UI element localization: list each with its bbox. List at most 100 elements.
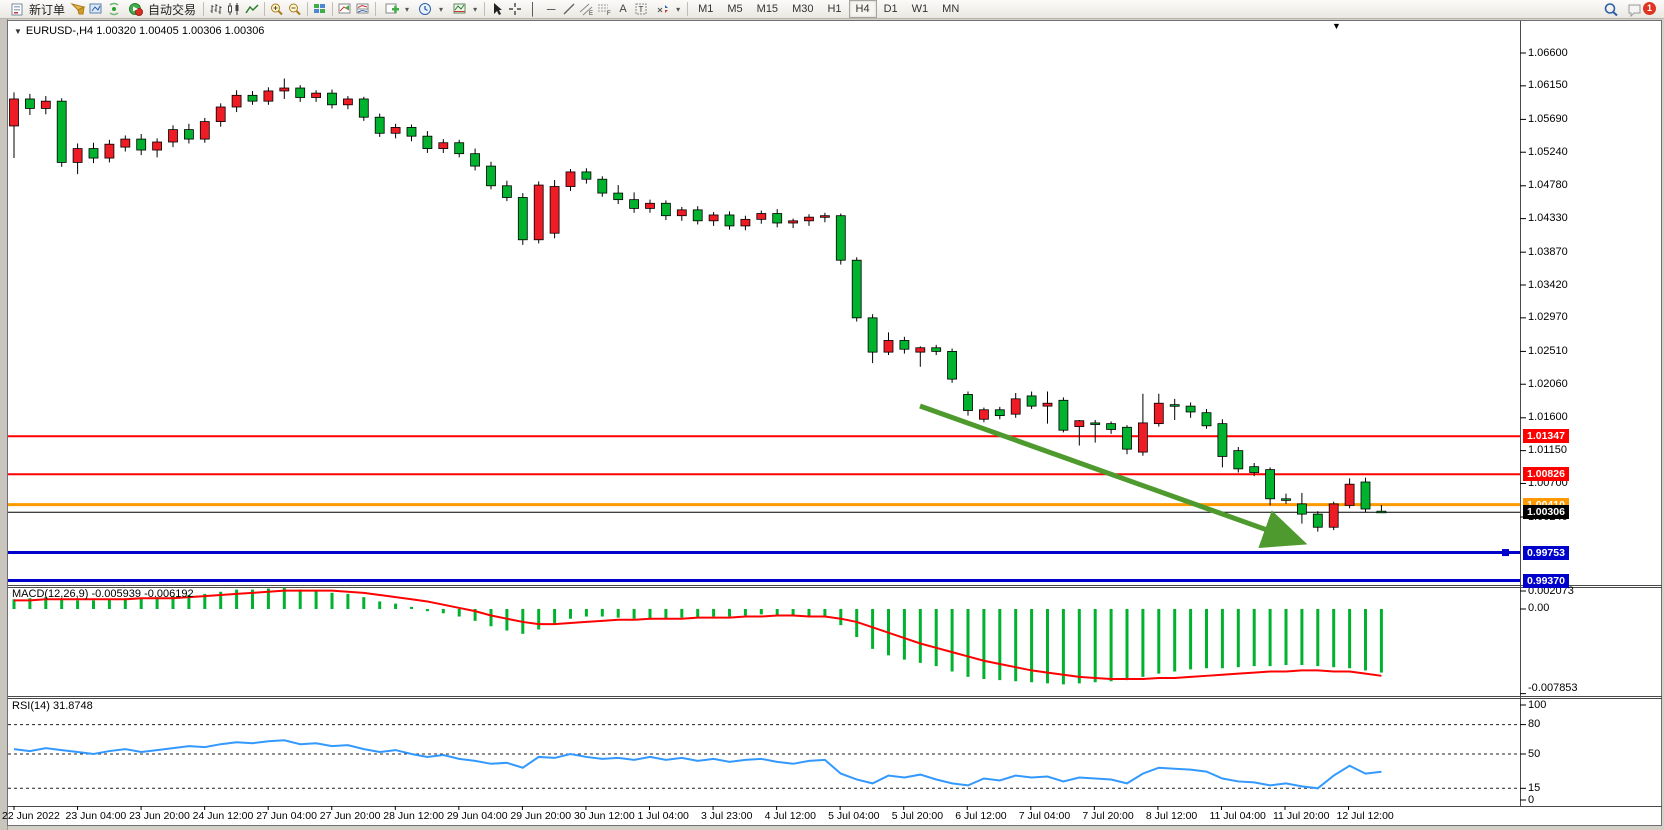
candle: [1218, 424, 1227, 457]
candle: [741, 219, 750, 226]
search-icon[interactable]: [1602, 1, 1620, 18]
candle: [328, 93, 337, 105]
candle: [582, 172, 591, 179]
candle: [232, 95, 241, 107]
macd-label: MACD(12,26,9) -0.005939 -0.006192: [12, 588, 194, 600]
signal-icon[interactable]: [105, 1, 123, 18]
level-price-label: 0.99753: [1523, 546, 1569, 560]
indicator-window-icon[interactable]: [336, 1, 354, 18]
trendline-icon[interactable]: [560, 1, 578, 18]
template-icon: [451, 1, 469, 18]
funnel-icon[interactable]: [69, 1, 87, 18]
candle: [1138, 423, 1147, 452]
candle: [773, 214, 782, 223]
rsi-axis-label: 15: [1528, 782, 1540, 794]
candle: [1123, 427, 1132, 449]
candle: [868, 318, 877, 352]
candle: [630, 200, 639, 209]
candle: [312, 93, 321, 97]
timeframe-mn[interactable]: MN: [935, 0, 966, 18]
macd-signal-line: [14, 591, 1381, 679]
chart-canvas[interactable]: [0, 0, 1664, 830]
timeframe-w1[interactable]: W1: [905, 0, 936, 18]
timeframe-h4[interactable]: H4: [849, 0, 877, 18]
price-tick-label: 1.01600: [1528, 411, 1568, 423]
rsi-axis-label: 80: [1528, 718, 1540, 730]
tile-windows-icon[interactable]: [311, 1, 329, 18]
time-axis-label: 11 Jul 20:00: [1273, 810, 1329, 822]
candle: [805, 217, 814, 221]
candle: [979, 410, 988, 419]
text-icon[interactable]: A: [614, 1, 632, 18]
vertical-line-icon[interactable]: │: [524, 1, 542, 18]
new-order-icon: [8, 1, 26, 18]
timeframe-d1[interactable]: D1: [877, 0, 905, 18]
period-button[interactable]: ▾: [413, 1, 447, 18]
price-tick-label: 1.03420: [1528, 279, 1568, 291]
candle: [216, 107, 225, 122]
scroll-end-marker[interactable]: ▼: [1332, 21, 1341, 31]
toolbar-separator: [375, 2, 376, 16]
notification-badge[interactable]: 1: [1643, 2, 1656, 15]
new-order-button[interactable]: 新订单: [4, 1, 69, 18]
time-axis-label: 5 Jul 20:00: [892, 810, 943, 822]
time-axis-label: 4 Jul 12:00: [765, 810, 816, 822]
cursor-icon[interactable]: [488, 1, 506, 18]
fibonacci-icon[interactable]: F: [596, 1, 614, 18]
line-chart-icon[interactable]: [243, 1, 261, 18]
zoom-out-icon[interactable]: [286, 1, 304, 18]
chart-title: ▼EURUSD-,H4 1.00320 1.00405 1.00306 1.00…: [14, 25, 264, 37]
channel-icon[interactable]: E: [578, 1, 596, 18]
toolbar: 新订单 自动交易: [0, 0, 1664, 19]
shapes-button[interactable]: ▾: [650, 1, 684, 18]
indicator-split-icon[interactable]: [354, 1, 372, 18]
candle: [153, 142, 162, 150]
candle: [1170, 405, 1179, 407]
candlestick-icon[interactable]: [225, 1, 243, 18]
time-axis-label: 3 Jul 23:00: [701, 810, 752, 822]
price-tick-label: 1.04330: [1528, 212, 1568, 224]
timeframe-m1[interactable]: M1: [691, 0, 720, 18]
template-button[interactable]: ▾: [447, 1, 481, 18]
price-tick-label: 1.03870: [1528, 246, 1568, 258]
candle: [1250, 467, 1259, 473]
candle: [10, 99, 19, 126]
auto-trading-button[interactable]: 自动交易: [123, 1, 200, 18]
chart-window-icon[interactable]: [87, 1, 105, 18]
time-axis-label: 1 Jul 04:00: [638, 810, 689, 822]
timeframe-m30[interactable]: M30: [785, 0, 820, 18]
time-axis-label: 6 Jul 12:00: [955, 810, 1006, 822]
candle: [709, 215, 718, 221]
candle: [995, 410, 1004, 416]
bar-chart-icon[interactable]: [207, 1, 225, 18]
chat-icon[interactable]: [1626, 1, 1644, 18]
candle: [550, 187, 559, 234]
timeframe-m5[interactable]: M5: [720, 0, 749, 18]
candle: [964, 394, 973, 410]
candle: [518, 197, 527, 239]
level-price-label: 1.00826: [1523, 467, 1569, 481]
candle: [916, 348, 925, 352]
candle: [1329, 504, 1338, 527]
candle: [852, 260, 861, 318]
timeframe-m15[interactable]: M15: [750, 0, 785, 18]
horizontal-line-icon[interactable]: ─: [542, 1, 560, 18]
timeframe-h1[interactable]: H1: [820, 0, 848, 18]
candle: [1377, 511, 1386, 513]
zoom-in-icon[interactable]: [268, 1, 286, 18]
crosshair-icon[interactable]: [506, 1, 524, 18]
period-icon: [417, 1, 435, 18]
candle: [1345, 484, 1354, 505]
time-axis-label: 23 Jun 20:00: [129, 810, 190, 822]
candle: [836, 216, 845, 261]
add-indicator-button[interactable]: ▾: [379, 1, 413, 18]
time-axis-label: 7 Jul 20:00: [1082, 810, 1133, 822]
candle: [534, 185, 543, 240]
candle: [455, 143, 464, 154]
chart-dropdown-icon[interactable]: ▼: [14, 27, 22, 36]
line-handle[interactable]: [1502, 549, 1509, 556]
label-icon[interactable]: T: [632, 1, 650, 18]
time-axis-label: 5 Jul 04:00: [828, 810, 879, 822]
candle: [248, 95, 257, 101]
candle: [359, 99, 368, 117]
